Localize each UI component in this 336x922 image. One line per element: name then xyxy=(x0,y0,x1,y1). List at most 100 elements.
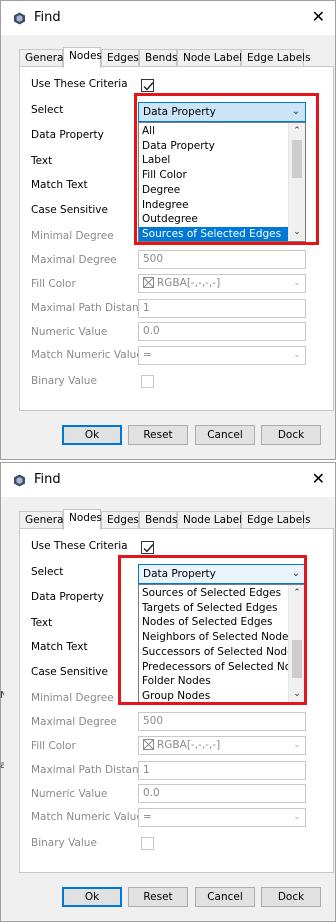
dialog-title: Find xyxy=(34,10,61,25)
data-property-label: Data Property xyxy=(31,129,104,141)
binary-value-label: Binary Value xyxy=(31,375,97,387)
match-numeric-combobox[interactable]: = ⌄ xyxy=(138,808,306,827)
fill-color-combobox[interactable]: RGBA[-,-,-,-] ⌄ xyxy=(138,736,306,755)
tab-edges[interactable]: Edges xyxy=(101,511,139,529)
reset-button[interactable]: Reset xyxy=(128,887,188,907)
option-predecessors-of-selected-nodes[interactable]: Predecessors of Selected Nodes xyxy=(139,660,305,674)
option-successors-of-selected-nodes[interactable]: Successors of Selected Nodes xyxy=(139,645,299,659)
dropdown-scrollbar[interactable]: ⌃ ⌄ xyxy=(288,123,305,241)
chevron-down-icon[interactable]: ⌄ xyxy=(289,103,303,121)
option-sources-of-selected-edges[interactable]: Sources of Selected Edges xyxy=(139,227,289,241)
use-criteria-checkbox[interactable] xyxy=(141,541,154,554)
match-numeric-combobox[interactable]: = ⌄ xyxy=(138,346,306,365)
select-dropdown-list[interactable]: Sources of Selected Edges Targets of Sel… xyxy=(138,584,306,704)
tab-general[interactable]: General xyxy=(19,511,66,529)
scroll-thumb[interactable] xyxy=(292,640,302,678)
tab-edges[interactable]: Edges xyxy=(101,49,139,67)
tab-bends[interactable]: Bends xyxy=(139,511,177,529)
numeric-value-label: Numeric Value xyxy=(31,326,108,338)
option-all[interactable]: All xyxy=(139,124,289,138)
tab-edge-labels[interactable]: Edge Labels xyxy=(241,511,311,529)
dialog-title: Find xyxy=(34,472,61,487)
option-data-property[interactable]: Data Property xyxy=(139,139,289,153)
fill-color-value: RGBA[-,-,-,-] xyxy=(157,739,221,751)
option-outdegree[interactable]: Outdegree xyxy=(139,212,289,226)
option-folder-nodes[interactable]: Folder Nodes xyxy=(139,674,289,688)
binary-value-label: Binary Value xyxy=(31,837,97,849)
dock-button[interactable]: Dock xyxy=(261,425,321,445)
fill-color-value: RGBA[-,-,-,-] xyxy=(157,277,221,289)
select-label: Select xyxy=(31,566,64,578)
scroll-up-arrow-icon[interactable]: ⌃ xyxy=(289,586,305,601)
fill-color-label: Fill Color xyxy=(31,740,76,752)
scroll-up-arrow-icon[interactable]: ⌃ xyxy=(289,124,305,139)
maximal-degree-field[interactable]: 500 xyxy=(138,250,306,269)
background-text-fragment: a xyxy=(0,760,4,771)
text-label: Text xyxy=(31,155,53,167)
max-path-distance-field[interactable]: 1 xyxy=(138,299,306,318)
case-sensitive-label: Case Sensitive xyxy=(31,204,108,216)
option-indegree[interactable]: Indegree xyxy=(139,198,289,212)
ok-button[interactable]: Ok xyxy=(62,887,122,907)
select-combobox[interactable]: Data Property ⌄ xyxy=(138,102,306,122)
cancel-button[interactable]: Cancel xyxy=(195,887,255,907)
option-nodes-of-selected-edges[interactable]: Nodes of Selected Edges xyxy=(139,615,289,629)
max-path-distance-field[interactable]: 1 xyxy=(138,761,306,780)
use-criteria-checkbox[interactable] xyxy=(141,79,154,92)
binary-value-checkbox[interactable] xyxy=(141,837,154,850)
close-icon[interactable]: ✕ xyxy=(312,7,325,26)
numeric-value-field[interactable]: 0.0 xyxy=(138,322,306,341)
option-targets-of-selected-edges[interactable]: Targets of Selected Edges xyxy=(139,601,289,615)
close-icon[interactable]: ✕ xyxy=(312,469,325,488)
match-text-label: Match Text xyxy=(31,179,88,191)
maximal-degree-field[interactable]: 500 xyxy=(138,712,306,731)
scroll-down-arrow-icon[interactable]: ⌄ xyxy=(289,687,305,702)
reset-button[interactable]: Reset xyxy=(128,425,188,445)
chevron-down-icon[interactable]: ⌄ xyxy=(289,737,305,754)
data-property-label: Data Property xyxy=(31,591,104,603)
title-bar[interactable]: Find ✕ xyxy=(1,463,335,497)
option-group-nodes[interactable]: Group Nodes xyxy=(139,689,289,703)
numeric-value-field[interactable]: 0.0 xyxy=(138,784,306,803)
fill-color-combobox[interactable]: RGBA[-,-,-,-] ⌄ xyxy=(138,274,306,293)
ok-button[interactable]: Ok xyxy=(62,425,122,445)
use-criteria-label: Use These Criteria xyxy=(31,78,128,90)
option-degree[interactable]: Degree xyxy=(139,183,289,197)
tab-node-labels[interactable]: Node Labels xyxy=(177,49,248,67)
match-text-label: Match Text xyxy=(31,641,88,653)
app-hexagon-icon xyxy=(14,474,25,487)
numeric-value-label: Numeric Value xyxy=(31,788,108,800)
title-bar[interactable]: Find ✕ xyxy=(1,1,335,35)
checkmark-icon xyxy=(143,544,154,553)
fill-color-label: Fill Color xyxy=(31,278,76,290)
case-sensitive-label: Case Sensitive xyxy=(31,666,108,678)
dock-button[interactable]: Dock xyxy=(261,887,321,907)
tab-edge-labels[interactable]: Edge Labels xyxy=(241,49,311,67)
tab-nodes[interactable]: Nodes xyxy=(63,47,102,68)
app-hexagon-icon xyxy=(14,12,25,25)
match-numeric-value-label: Match Numeric Value xyxy=(31,811,143,823)
minimal-degree-label: Minimal Degree xyxy=(31,230,114,242)
chevron-down-icon[interactable]: ⌄ xyxy=(289,347,305,364)
chevron-down-icon[interactable]: ⌄ xyxy=(289,565,303,583)
tab-nodes[interactable]: Nodes xyxy=(63,509,102,530)
option-label[interactable]: Label xyxy=(139,153,289,167)
chevron-down-icon[interactable]: ⌄ xyxy=(289,809,305,826)
dropdown-scrollbar[interactable]: ⌃ ⌄ xyxy=(288,585,305,703)
select-dropdown-list[interactable]: All Data Property Label Fill Color Degre… xyxy=(138,122,306,242)
empty-color-swatch-icon xyxy=(143,739,154,750)
chevron-down-icon[interactable]: ⌄ xyxy=(289,275,305,292)
tab-general[interactable]: General xyxy=(19,49,66,67)
option-fill-color[interactable]: Fill Color xyxy=(139,168,289,182)
select-combobox[interactable]: Data Property ⌄ xyxy=(138,564,306,584)
background-text-fragment: N xyxy=(0,690,4,701)
cancel-button[interactable]: Cancel xyxy=(195,425,255,445)
maximal-degree-label: Maximal Degree xyxy=(31,716,117,728)
tab-node-labels[interactable]: Node Labels xyxy=(177,511,248,529)
tab-bends[interactable]: Bends xyxy=(139,49,177,67)
option-sources-of-selected-edges[interactable]: Sources of Selected Edges xyxy=(139,586,289,600)
binary-value-checkbox[interactable] xyxy=(141,375,154,388)
scroll-down-arrow-icon[interactable]: ⌄ xyxy=(289,225,305,240)
option-neighbors-of-selected-nodes[interactable]: Neighbors of Selected Nodes xyxy=(139,630,294,644)
scroll-thumb[interactable] xyxy=(292,140,302,178)
